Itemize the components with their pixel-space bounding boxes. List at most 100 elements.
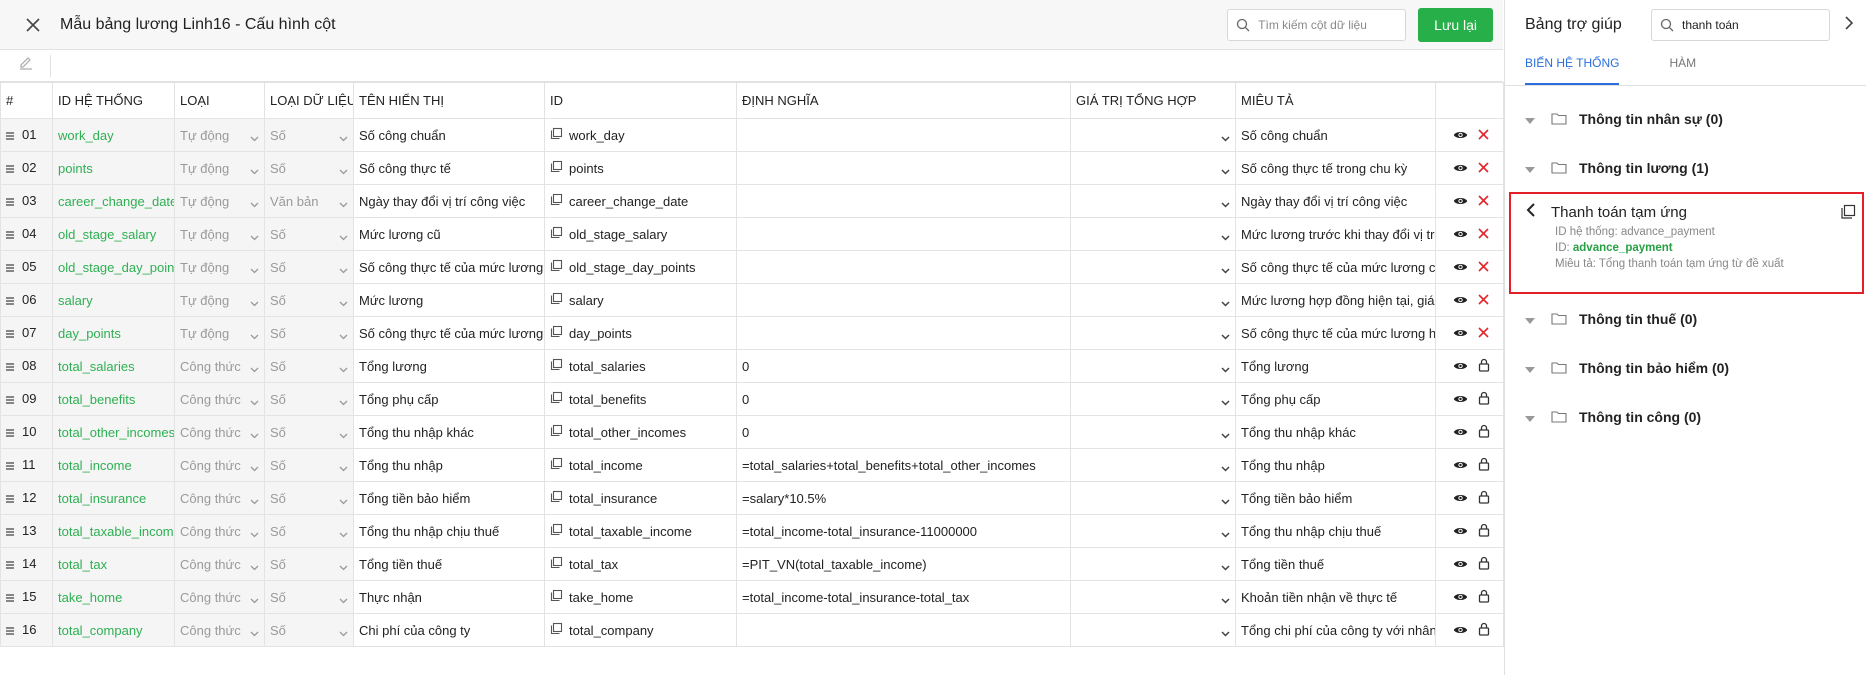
type-select[interactable]: Tự động [174, 316, 265, 350]
aggregate-select[interactable] [1070, 184, 1236, 218]
copy-icon[interactable] [550, 622, 563, 638]
definition-cell[interactable] [736, 250, 1071, 284]
delete-icon[interactable] [1478, 194, 1489, 209]
type-select[interactable]: Tự động [174, 217, 265, 251]
close-button[interactable] [22, 14, 44, 36]
description-cell[interactable]: Tổng lương [1235, 349, 1436, 383]
tab-system-variables[interactable]: BIẾN HỆ THỐNG [1525, 50, 1620, 85]
drag-handle-icon[interactable] [6, 128, 14, 143]
type-select[interactable]: Công thức [174, 415, 265, 449]
id-cell[interactable]: career_change_date [544, 184, 737, 218]
aggregate-select[interactable] [1070, 382, 1236, 416]
definition-cell[interactable] [736, 316, 1071, 350]
delete-icon[interactable] [1478, 326, 1489, 341]
aggregate-select[interactable] [1070, 283, 1236, 317]
copy-icon[interactable] [550, 325, 563, 341]
lock-icon[interactable] [1478, 391, 1490, 408]
description-cell[interactable]: Tổng tiền thuế [1235, 547, 1436, 581]
copy-icon[interactable] [550, 490, 563, 506]
definition-cell[interactable]: =total_income-total_insurance-11000000 [736, 514, 1071, 548]
row-number-cell[interactable]: 04 [0, 217, 53, 251]
id-cell[interactable]: salary [544, 283, 737, 317]
drag-handle-icon[interactable] [6, 359, 14, 374]
delete-icon[interactable] [1478, 227, 1489, 242]
aggregate-select[interactable] [1070, 349, 1236, 383]
description-cell[interactable]: Tổng thu nhập chịu thuế [1235, 514, 1436, 548]
datatype-select[interactable]: Số [264, 580, 354, 614]
display-name-cell[interactable]: Ngày thay đổi vị trí công việc [353, 184, 545, 218]
id-cell[interactable]: total_other_incomes [544, 415, 737, 449]
lock-icon[interactable] [1478, 457, 1490, 474]
definition-cell[interactable]: 0 [736, 349, 1071, 383]
eye-icon[interactable] [1453, 359, 1468, 374]
type-select[interactable]: Công thức [174, 448, 265, 482]
row-number-cell[interactable]: 03 [0, 184, 53, 218]
datatype-select[interactable]: Số [264, 481, 354, 515]
delete-icon[interactable] [1478, 260, 1489, 275]
id-cell[interactable]: total_income [544, 448, 737, 482]
aggregate-select[interactable] [1070, 481, 1236, 515]
id-cell[interactable]: points [544, 151, 737, 185]
back-button[interactable] [1525, 202, 1537, 222]
description-cell[interactable]: Khoản tiền nhận về thực tế [1235, 580, 1436, 614]
datatype-select[interactable]: Số [264, 151, 354, 185]
drag-handle-icon[interactable] [6, 425, 14, 440]
id-cell[interactable]: total_benefits [544, 382, 737, 416]
display-name-cell[interactable]: Mức lương [353, 283, 545, 317]
display-name-cell[interactable]: Tổng thu nhập khác [353, 415, 545, 449]
drag-handle-icon[interactable] [6, 392, 14, 407]
definition-cell[interactable] [736, 283, 1071, 317]
datatype-select[interactable]: Số [264, 250, 354, 284]
delete-icon[interactable] [1478, 293, 1489, 308]
definition-cell[interactable]: =total_salaries+total_benefits+total_oth… [736, 448, 1071, 482]
id-cell[interactable]: total_insurance [544, 481, 737, 515]
aggregate-select[interactable] [1070, 316, 1236, 350]
copy-icon[interactable] [550, 193, 563, 209]
definition-cell[interactable]: =salary*10.5% [736, 481, 1071, 515]
eye-icon[interactable] [1453, 524, 1468, 539]
copy-icon[interactable] [550, 589, 563, 605]
type-select[interactable]: Công thức [174, 481, 265, 515]
variable-id-value[interactable]: advance_payment [1573, 242, 1673, 254]
drag-handle-icon[interactable] [6, 458, 14, 473]
copy-icon[interactable] [550, 424, 563, 440]
description-cell[interactable]: Tổng thu nhập khác [1235, 415, 1436, 449]
eye-icon[interactable] [1453, 392, 1468, 407]
type-select[interactable]: Công thức [174, 349, 265, 383]
variable-group[interactable]: Thông tin công (0) [1505, 392, 1866, 441]
row-number-cell[interactable]: 01 [0, 118, 53, 152]
column-search[interactable] [1227, 8, 1407, 41]
type-select[interactable]: Tự động [174, 250, 265, 284]
aggregate-select[interactable] [1070, 514, 1236, 548]
copy-icon[interactable] [550, 127, 563, 143]
row-number-cell[interactable]: 06 [0, 283, 53, 317]
id-cell[interactable]: day_points [544, 316, 737, 350]
row-number-cell[interactable]: 10 [0, 415, 53, 449]
display-name-cell[interactable]: Số công thực tế [353, 151, 545, 185]
eye-icon[interactable] [1453, 623, 1468, 638]
lock-icon[interactable] [1478, 622, 1490, 639]
datatype-select[interactable]: Số [264, 316, 354, 350]
aggregate-select[interactable] [1070, 613, 1236, 647]
copy-button[interactable] [1840, 204, 1856, 225]
eye-icon[interactable] [1453, 557, 1468, 572]
variable-group[interactable]: Thông tin lương (1) [1505, 143, 1866, 192]
type-select[interactable]: Công thức [174, 613, 265, 647]
row-number-cell[interactable]: 12 [0, 481, 53, 515]
description-cell[interactable]: Tổng thu nhập [1235, 448, 1436, 482]
drag-handle-icon[interactable] [6, 293, 14, 308]
lock-icon[interactable] [1478, 490, 1490, 507]
row-number-cell[interactable]: 08 [0, 349, 53, 383]
description-cell[interactable]: Tổng phụ cấp [1235, 382, 1436, 416]
datatype-select[interactable]: Số [264, 349, 354, 383]
eye-icon[interactable] [1453, 491, 1468, 506]
type-select[interactable]: Công thức [174, 382, 265, 416]
aggregate-select[interactable] [1070, 250, 1236, 284]
description-cell[interactable]: Số công thực tế của mức lương h [1235, 316, 1436, 350]
aggregate-select[interactable] [1070, 151, 1236, 185]
display-name-cell[interactable]: Tổng phụ cấp [353, 382, 545, 416]
drag-handle-icon[interactable] [6, 491, 14, 506]
description-cell[interactable]: Tổng chi phí của công ty với nhân [1235, 613, 1436, 647]
copy-icon[interactable] [550, 226, 563, 242]
eye-icon[interactable] [1453, 458, 1468, 473]
